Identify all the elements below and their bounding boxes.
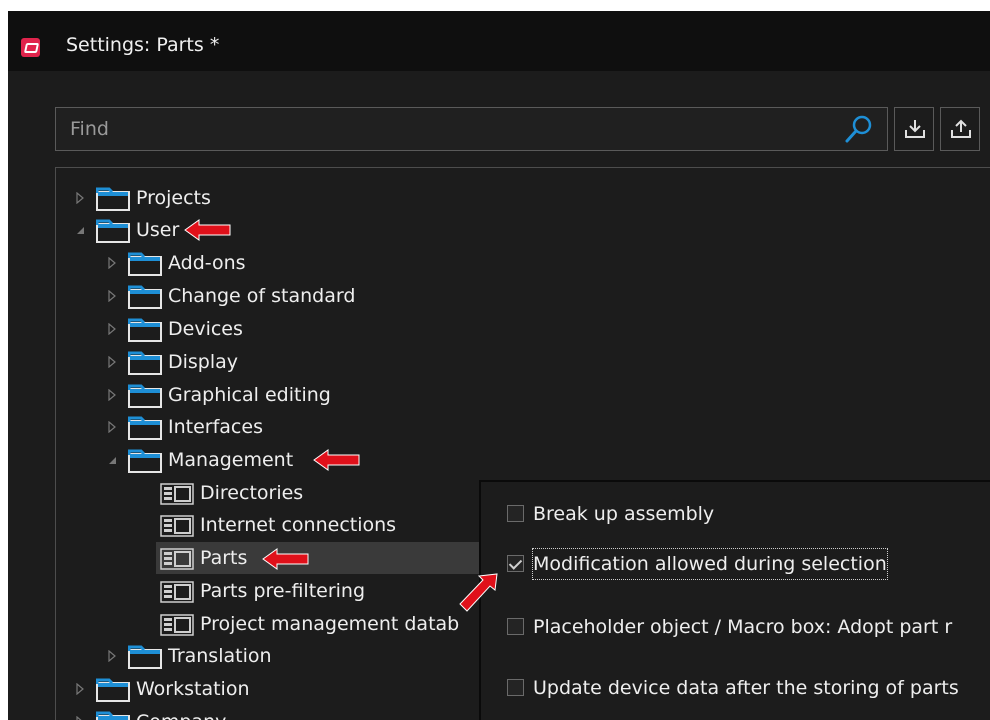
tree-label: Add-ons: [168, 252, 246, 274]
folder-icon: [128, 285, 162, 309]
expand-arrow-icon[interactable]: [106, 257, 118, 269]
window-title: Settings: Parts *: [66, 34, 220, 56]
tree-node-translation[interactable]: Translation: [56, 640, 476, 672]
expand-arrow-icon[interactable]: [106, 650, 118, 662]
folder-icon: [128, 351, 162, 375]
search-input[interactable]: [56, 108, 826, 150]
settings-window: Settings: Parts * Projects: [8, 11, 990, 720]
tree-label: Management: [168, 449, 294, 471]
settings-page-icon: [160, 548, 194, 570]
collapse-arrow-icon[interactable]: [106, 454, 118, 466]
folder-icon: [96, 678, 130, 702]
folder-icon: [128, 416, 162, 440]
folder-icon: [96, 219, 130, 243]
expand-arrow-icon[interactable]: [106, 356, 118, 368]
folder-icon: [96, 187, 130, 211]
expand-arrow-icon[interactable]: [106, 421, 118, 433]
tree-node-parts-prefiltering[interactable]: Parts pre-filtering: [56, 575, 476, 607]
collapse-arrow-icon[interactable]: [74, 224, 86, 236]
expand-arrow-icon[interactable]: [106, 323, 118, 335]
checkbox[interactable]: [507, 679, 524, 696]
tree-node-parts[interactable]: Parts: [156, 542, 480, 574]
tree-label: Company: [136, 706, 226, 720]
search-icon[interactable]: [844, 114, 874, 144]
export-button[interactable]: [940, 107, 980, 151]
expand-arrow-icon[interactable]: [74, 716, 86, 720]
tree-node-management[interactable]: Management: [56, 444, 476, 476]
expand-arrow-icon[interactable]: [106, 290, 118, 302]
tree-label: Internet connections: [200, 514, 397, 536]
tree-node-addons[interactable]: Add-ons: [56, 247, 476, 279]
tree-label: Change of standard: [168, 285, 356, 307]
folder-icon: [128, 645, 162, 669]
folder-icon: [128, 318, 162, 342]
checkbox[interactable]: [507, 505, 524, 522]
expand-arrow-icon[interactable]: [74, 192, 86, 204]
title-bar: Settings: Parts *: [8, 11, 990, 71]
folder-icon: [128, 252, 162, 276]
tree-label: Parts: [200, 547, 248, 569]
option-label: Update device data after the storing of …: [533, 677, 959, 699]
tree-node-devices[interactable]: Devices: [56, 313, 476, 345]
tree-label: User: [136, 219, 180, 241]
tree-label: Parts pre-filtering: [200, 580, 366, 602]
folder-icon: [96, 711, 130, 720]
checkbox[interactable]: [507, 618, 524, 635]
tree-label: Devices: [168, 318, 243, 340]
settings-page-icon: [160, 581, 194, 603]
annotation-arrow-icon: [262, 548, 309, 570]
import-button[interactable]: [894, 107, 934, 151]
tree-node-workstation[interactable]: Workstation: [56, 673, 476, 705]
folder-icon: [128, 384, 162, 408]
expand-arrow-icon[interactable]: [74, 683, 86, 695]
tree-node-internet-connections[interactable]: Internet connections: [56, 509, 476, 541]
folder-icon: [128, 449, 162, 473]
tree-label: Directories: [200, 482, 304, 504]
tree-node-interfaces[interactable]: Interfaces: [56, 411, 476, 443]
tree-label: Translation: [168, 645, 272, 667]
tree-label: Graphical editing: [168, 384, 331, 406]
annotation-arrow-icon: [313, 449, 360, 471]
tree-label: Project management datab: [200, 613, 460, 635]
tree-label: Workstation: [136, 678, 250, 700]
tree-node-company[interactable]: Company: [56, 706, 476, 720]
settings-page-icon: [160, 515, 194, 537]
annotation-arrow-icon: [459, 573, 498, 612]
tree-node-directories[interactable]: Directories: [56, 477, 476, 509]
settings-page-icon: [160, 614, 194, 636]
export-icon: [951, 119, 971, 138]
search-field[interactable]: [55, 107, 888, 151]
tree-node-user[interactable]: User: [56, 214, 476, 246]
option-label: Break up assembly: [533, 503, 715, 525]
tree-node-projects[interactable]: Projects: [56, 182, 476, 214]
tree-node-change-of-standard[interactable]: Change of standard: [56, 280, 476, 312]
tree-label: Interfaces: [168, 416, 263, 438]
tree-label: Projects: [136, 187, 211, 209]
checkbox[interactable]: [507, 555, 524, 572]
import-icon: [905, 120, 925, 138]
option-label: Modification allowed during selection: [532, 548, 888, 580]
tree-label: Display: [168, 351, 239, 373]
tree-node-display[interactable]: Display: [56, 346, 476, 378]
app-logo-icon: [21, 38, 40, 57]
option-label: Placeholder object / Macro box: Adopt pa…: [533, 616, 953, 638]
tree-node-project-management-database[interactable]: Project management datab: [56, 608, 480, 640]
annotation-arrow-icon: [184, 219, 231, 241]
options-panel: Break up assembly Modification allowed d…: [479, 480, 990, 720]
settings-page-icon: [160, 483, 194, 505]
expand-arrow-icon[interactable]: [106, 389, 118, 401]
tree-node-graphical-editing[interactable]: Graphical editing: [56, 379, 476, 411]
